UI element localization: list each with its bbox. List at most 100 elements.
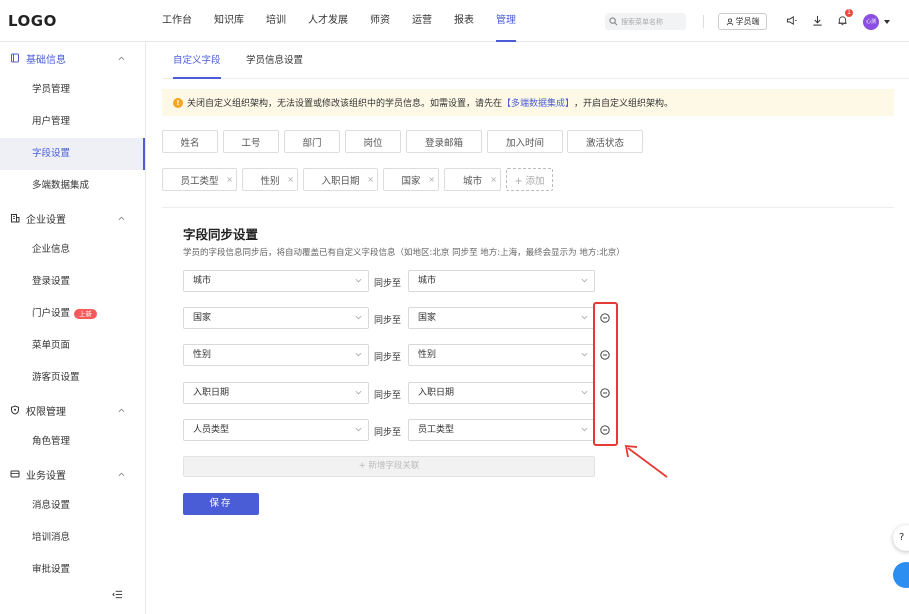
custom-field-label: 城市 (462, 175, 482, 187)
chevron-up-icon (118, 408, 125, 413)
sidebar: 基础信息 学员管理 用户管理 字段设置 多端数据集成 企业设置 企业信息 登录设… (0, 42, 146, 614)
target-field-select[interactable]: 城市 (408, 270, 595, 292)
notification-badge: 1 (845, 9, 853, 17)
tab-student-info-settings[interactable]: 学员信息设置 (246, 42, 303, 79)
notice-text-end: ，开启自定义组织架构。 (574, 99, 674, 109)
tab-bar: 自定义字段 学员信息设置 (162, 42, 909, 79)
close-icon[interactable]: × (428, 175, 435, 184)
field-chip: 姓名 (162, 130, 218, 153)
chevron-up-icon (118, 56, 125, 61)
sidebar-item-roles[interactable]: 角色管理 (0, 426, 145, 458)
target-field-select[interactable]: 性别 (408, 344, 595, 366)
chevron-down-icon (355, 278, 362, 283)
sidebar-item-training-messages[interactable]: 培训消息 (0, 522, 145, 554)
save-button[interactable]: 保存 (183, 493, 259, 515)
sidebar-group-company-settings[interactable]: 企业设置 (0, 202, 145, 234)
chevron-down-icon (581, 427, 588, 432)
nav-operations[interactable]: 运营 (412, 0, 432, 42)
nav-management[interactable]: 管理 (496, 0, 516, 42)
custom-field-chip[interactable]: 性别 × (242, 168, 298, 191)
sidebar-item-approval-settings[interactable]: 审批设置 (0, 554, 145, 586)
sidebar-item-guest-page[interactable]: 游客页设置 (0, 362, 145, 394)
target-field-select[interactable]: 员工类型 (408, 419, 595, 441)
source-field-select[interactable]: 城市 (183, 270, 369, 292)
sidebar-group-label: 基础信息 (26, 54, 66, 66)
student-portal-button[interactable]: 学员端 (718, 13, 767, 30)
sync-to-label: 同步至 (374, 316, 402, 326)
field-chip: 登录邮箱 (406, 130, 482, 153)
source-field-select[interactable]: 人员类型 (183, 419, 369, 441)
chevron-down-icon (355, 390, 362, 395)
nav-teachers[interactable]: 师资 (370, 0, 390, 42)
customer-service-icon[interactable] (893, 562, 909, 588)
download-icon[interactable] (812, 15, 823, 26)
shield-icon (11, 405, 19, 415)
custom-field-label: 员工类型 (180, 175, 219, 187)
sidebar-item-company-info[interactable]: 企业信息 (0, 234, 145, 266)
field-chip: 部门 (284, 130, 340, 153)
selected-value: 城市 (418, 276, 437, 286)
sidebar-item-portal-settings[interactable]: 门户设置 上新 (0, 298, 145, 330)
close-icon[interactable]: × (287, 175, 294, 184)
nav-knowledge[interactable]: 知识库 (214, 0, 244, 42)
nav-talent[interactable]: 人才发展 (308, 0, 348, 42)
custom-field-chip[interactable]: 入职日期 × (303, 168, 378, 191)
close-icon[interactable]: × (490, 175, 497, 184)
source-field-select[interactable]: 入职日期 (183, 382, 369, 404)
sidebar-group-basic-info[interactable]: 基础信息 (0, 42, 145, 74)
help-button[interactable]: ? (893, 525, 909, 551)
nav-reports[interactable]: 报表 (454, 0, 474, 42)
warning-icon: ! (173, 97, 183, 108)
sync-to-label: 同步至 (374, 353, 402, 363)
sidebar-item-data-integration[interactable]: 多端数据集成 (0, 170, 145, 202)
avatar[interactable]: 心测 (863, 14, 879, 30)
data-integration-link[interactable]: 【多端数据集成】 (502, 96, 574, 109)
menu-search-input[interactable]: 搜索菜单名称 (605, 13, 686, 30)
sidebar-group-label: 业务设置 (26, 470, 66, 482)
sidebar-group-label: 权限管理 (26, 406, 66, 418)
collapse-sidebar-icon[interactable] (112, 589, 123, 600)
selected-value: 国家 (193, 313, 212, 323)
add-field-association-button[interactable]: + 新增字段关联 (183, 456, 595, 477)
custom-field-label: 性别 (260, 175, 280, 187)
tab-custom-fields[interactable]: 自定义字段 (173, 42, 221, 79)
chevron-down-icon (581, 352, 588, 357)
sidebar-group-permissions[interactable]: 权限管理 (0, 394, 145, 426)
close-icon[interactable]: × (367, 175, 374, 184)
selected-value: 城市 (193, 276, 212, 286)
selected-value: 性别 (193, 350, 212, 360)
building-icon (11, 214, 20, 223)
chevron-down-icon[interactable] (884, 20, 890, 24)
field-chip: 激活状态 (567, 130, 643, 153)
add-field-button[interactable]: + 添加 (506, 168, 553, 191)
source-field-select[interactable]: 国家 (183, 307, 369, 329)
source-field-select[interactable]: 性别 (183, 344, 369, 366)
sidebar-item-message-settings[interactable]: 消息设置 (0, 490, 145, 522)
selected-value: 入职日期 (193, 388, 230, 398)
custom-field-label: 入职日期 (321, 175, 360, 187)
sidebar-item-login-settings[interactable]: 登录设置 (0, 266, 145, 298)
target-field-select[interactable]: 入职日期 (408, 382, 595, 404)
announcement-icon[interactable] (786, 15, 797, 26)
sidebar-item-field-settings[interactable]: 字段设置 (0, 138, 145, 170)
chevron-down-icon (355, 352, 362, 357)
notice-text: 关闭自定义组织架构，无法设置或修改该组织中的学员信息。如需设置，请先在 (187, 99, 503, 109)
nav-training[interactable]: 培训 (266, 0, 286, 42)
selected-value: 国家 (418, 313, 437, 323)
warning-notice: ! 关闭自定义组织架构，无法设置或修改该组织中的学员信息。如需设置，请先在 【多… (162, 89, 894, 116)
annotation-arrow-icon (624, 444, 668, 478)
sidebar-item-users[interactable]: 用户管理 (0, 106, 145, 138)
header-divider (703, 15, 704, 28)
sidebar-item-menu-pages[interactable]: 菜单页面 (0, 330, 145, 362)
nav-workbench[interactable]: 工作台 (162, 0, 192, 42)
custom-field-chip[interactable]: 国家 × (383, 168, 439, 191)
field-chip: 岗位 (345, 130, 401, 153)
sidebar-item-students[interactable]: 学员管理 (0, 74, 145, 106)
selected-value: 入职日期 (418, 388, 455, 398)
close-icon[interactable]: × (226, 175, 233, 184)
student-portal-label: 学员端 (735, 17, 760, 26)
custom-field-chip[interactable]: 城市 × (444, 168, 501, 191)
custom-field-chip[interactable]: 员工类型 × (162, 168, 237, 191)
target-field-select[interactable]: 国家 (408, 307, 595, 329)
sidebar-group-business-settings[interactable]: 业务设置 (0, 458, 145, 490)
